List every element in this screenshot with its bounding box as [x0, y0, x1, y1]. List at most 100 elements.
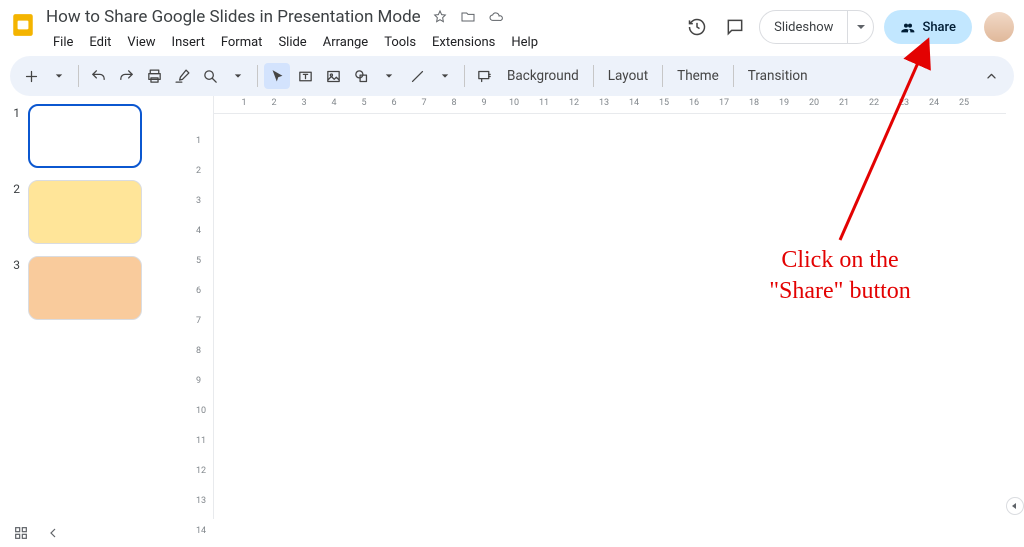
history-icon[interactable] [683, 13, 711, 41]
redo-button[interactable] [113, 63, 139, 89]
ruler-tick: 2 [196, 166, 201, 176]
explore-button[interactable] [1006, 497, 1024, 515]
ruler-tick: 15 [659, 98, 669, 108]
ruler-tick: 8 [451, 98, 456, 108]
grid-view-button[interactable] [12, 524, 30, 542]
comments-icon[interactable] [721, 13, 749, 41]
menu-tools[interactable]: Tools [377, 32, 423, 53]
ruler-tick: 11 [539, 98, 549, 108]
zoom-button[interactable] [197, 63, 223, 89]
ruler-tick: 7 [196, 316, 201, 326]
ruler-tick: 5 [196, 256, 201, 266]
slides-logo-icon[interactable] [10, 8, 36, 42]
ruler-tick: 10 [509, 98, 519, 108]
ruler-tick: 19 [779, 98, 789, 108]
line-tool[interactable] [404, 63, 430, 89]
menu-view[interactable]: View [120, 32, 162, 53]
move-icon[interactable] [459, 8, 477, 26]
ruler-tick: 4 [331, 98, 336, 108]
ruler-tick: 1 [241, 98, 246, 108]
thumbnail-slide-1[interactable] [28, 104, 142, 168]
ruler-tick: 8 [196, 346, 201, 356]
zoom-dropdown[interactable] [225, 63, 251, 89]
account-avatar[interactable] [984, 12, 1014, 42]
line-dropdown[interactable] [432, 63, 458, 89]
menu-slide[interactable]: Slide [271, 32, 313, 53]
paint-format-button[interactable] [169, 63, 195, 89]
shape-tool[interactable] [348, 63, 374, 89]
ruler-tick: 9 [481, 98, 486, 108]
cloud-status-icon[interactable] [487, 8, 505, 26]
collapse-toolbar-button[interactable] [978, 63, 1004, 89]
thumbnail-slide-2[interactable] [28, 180, 142, 244]
shape-dropdown[interactable] [376, 63, 402, 89]
menu-file[interactable]: File [46, 32, 80, 53]
star-icon[interactable] [431, 8, 449, 26]
menu-format[interactable]: Format [214, 32, 270, 53]
toolbar: Background Layout Theme Transition [10, 56, 1014, 96]
ruler-tick: 14 [196, 526, 206, 536]
slide-canvas[interactable] [214, 114, 1006, 519]
ruler-tick: 20 [809, 98, 819, 108]
select-tool[interactable] [264, 63, 290, 89]
ruler-tick: 12 [196, 466, 206, 476]
ruler-tick: 12 [569, 98, 579, 108]
ruler-tick: 13 [196, 496, 206, 506]
ruler-tick: 14 [629, 98, 639, 108]
menu-bar: File Edit View Insert Format Slide Arran… [46, 30, 683, 54]
workspace: 1 2 3 1 2 3 4 5 6 7 8 9 10 11 12 13 14 [0, 96, 1024, 519]
slideshow-button-group: Slideshow [759, 10, 874, 44]
ruler-tick: 9 [196, 376, 201, 386]
ruler-tick: 6 [391, 98, 396, 108]
undo-button[interactable] [85, 63, 111, 89]
menu-arrange[interactable]: Arrange [316, 32, 375, 53]
background-button[interactable]: Background [499, 63, 587, 89]
theme-button[interactable]: Theme [669, 63, 727, 89]
ruler-tick: 23 [899, 98, 909, 108]
menu-edit[interactable]: Edit [82, 32, 118, 53]
comment-tool[interactable] [471, 63, 497, 89]
textbox-tool[interactable] [292, 63, 318, 89]
prev-slide-button[interactable] [44, 524, 62, 542]
ruler-tick: 25 [959, 98, 969, 108]
thumbnail-row-2[interactable]: 2 [6, 180, 142, 244]
thumbnail-number: 3 [6, 256, 20, 272]
ruler-tick: 7 [421, 98, 426, 108]
slideshow-dropdown[interactable] [847, 11, 873, 43]
ruler-tick: 22 [869, 98, 879, 108]
thumbnail-panel: 1 2 3 [0, 96, 194, 519]
share-button-label: Share [922, 20, 956, 35]
transition-button[interactable]: Transition [740, 63, 816, 89]
thumbnail-slide-3[interactable] [28, 256, 142, 320]
thumbnail-row-3[interactable]: 3 [6, 256, 142, 320]
layout-button[interactable]: Layout [600, 63, 656, 89]
ruler-tick: 24 [929, 98, 939, 108]
share-button[interactable]: Share [884, 10, 972, 44]
menu-extensions[interactable]: Extensions [425, 32, 502, 53]
new-slide-dropdown[interactable] [46, 63, 72, 89]
ruler-tick: 1 [196, 136, 201, 146]
ruler-tick: 10 [196, 406, 206, 416]
print-button[interactable] [141, 63, 167, 89]
ruler-tick: 21 [839, 98, 849, 108]
footer-bar [0, 519, 1024, 547]
slideshow-button[interactable]: Slideshow [760, 11, 847, 43]
thumbnail-number: 2 [6, 180, 20, 196]
horizontal-ruler: 1 2 3 4 5 6 7 8 9 10 11 12 13 14 15 16 1… [214, 96, 1006, 114]
ruler-tick: 16 [689, 98, 699, 108]
ruler-tick: 3 [196, 196, 201, 206]
thumbnail-row-1[interactable]: 1 [6, 104, 142, 168]
ruler-tick: 6 [196, 286, 201, 296]
menu-insert[interactable]: Insert [165, 32, 212, 53]
image-tool[interactable] [320, 63, 346, 89]
menu-help[interactable]: Help [504, 32, 545, 53]
new-slide-button[interactable] [18, 63, 44, 89]
app-header: How to Share Google Slides in Presentati… [0, 0, 1024, 56]
ruler-tick: 4 [196, 226, 201, 236]
ruler-tick: 3 [301, 98, 306, 108]
ruler-tick: 5 [361, 98, 366, 108]
vertical-ruler: 1 2 3 4 5 6 7 8 9 10 11 12 13 14 [194, 96, 214, 519]
right-scroll-gutter [1006, 96, 1024, 519]
thumbnail-number: 1 [6, 104, 20, 120]
document-title[interactable]: How to Share Google Slides in Presentati… [46, 7, 421, 27]
